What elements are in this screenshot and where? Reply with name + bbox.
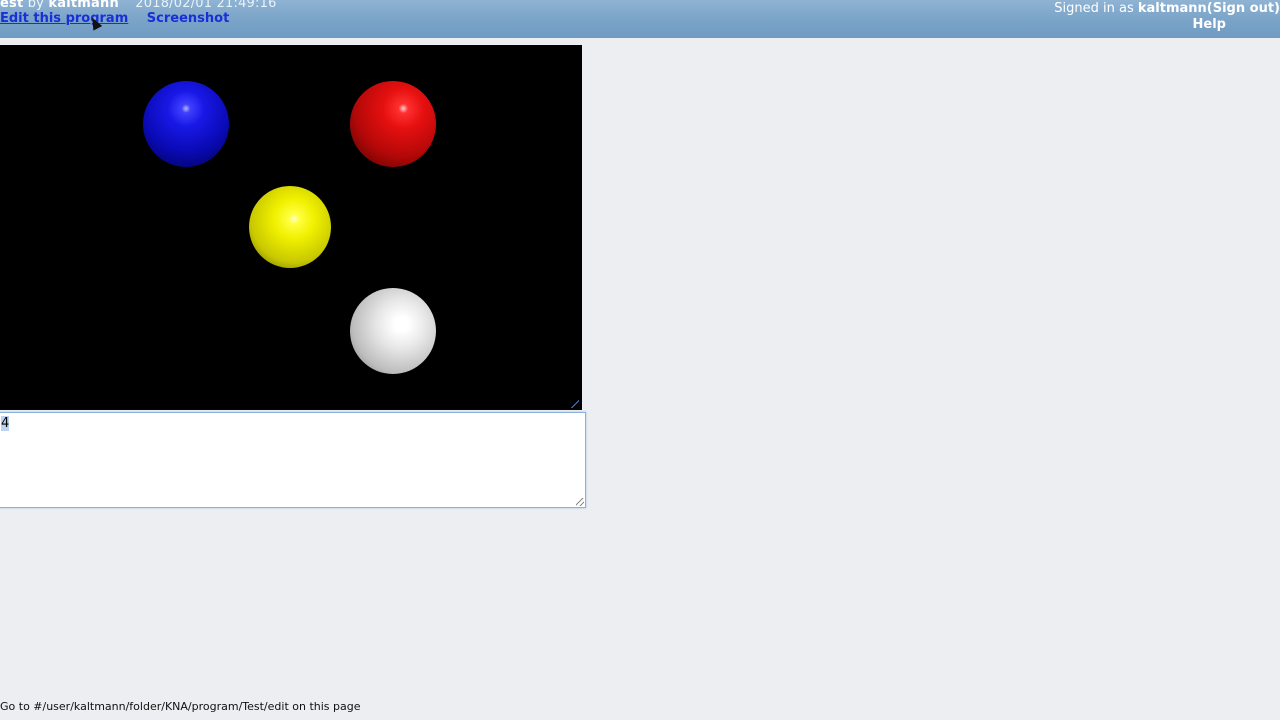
output-value: 4 [1, 416, 10, 431]
signed-in-user[interactable]: kaltmann [1138, 1, 1207, 16]
program-links: Edit this program Screenshot [0, 11, 229, 26]
status-bar-url: Go to #/user/kaltmann/folder/KNA/program… [0, 700, 361, 713]
sign-out-link[interactable]: (Sign out) [1207, 1, 1280, 16]
program-output-textarea[interactable]: 4 [0, 412, 586, 508]
canvas-resize-grip-icon[interactable] [571, 400, 579, 408]
signed-in-prefix: Signed in as [1054, 1, 1134, 16]
edit-program-link[interactable]: Edit this program [0, 11, 128, 26]
program-output-canvas[interactable] [0, 45, 582, 410]
program-name: est [0, 0, 24, 11]
white-sphere [350, 288, 436, 374]
program-date: 2018/02/01 21:49:16 [135, 0, 277, 11]
help-link[interactable]: Help [1193, 17, 1226, 32]
by-label: by [27, 0, 45, 11]
red-sphere [350, 81, 436, 167]
signed-in-info: Signed in as kaltmann(Sign out) [1054, 1, 1280, 16]
textarea-resize-grip-icon[interactable] [576, 498, 584, 506]
top-header-bar: est by kaltmann 2018/02/01 21:49:16 Edit… [0, 0, 1280, 38]
screenshot-link[interactable]: Screenshot [147, 11, 230, 26]
blue-sphere [143, 81, 229, 167]
program-author[interactable]: kaltmann [48, 0, 119, 11]
yellow-sphere [249, 186, 331, 268]
program-title-line: est by kaltmann 2018/02/01 21:49:16 [0, 0, 277, 11]
